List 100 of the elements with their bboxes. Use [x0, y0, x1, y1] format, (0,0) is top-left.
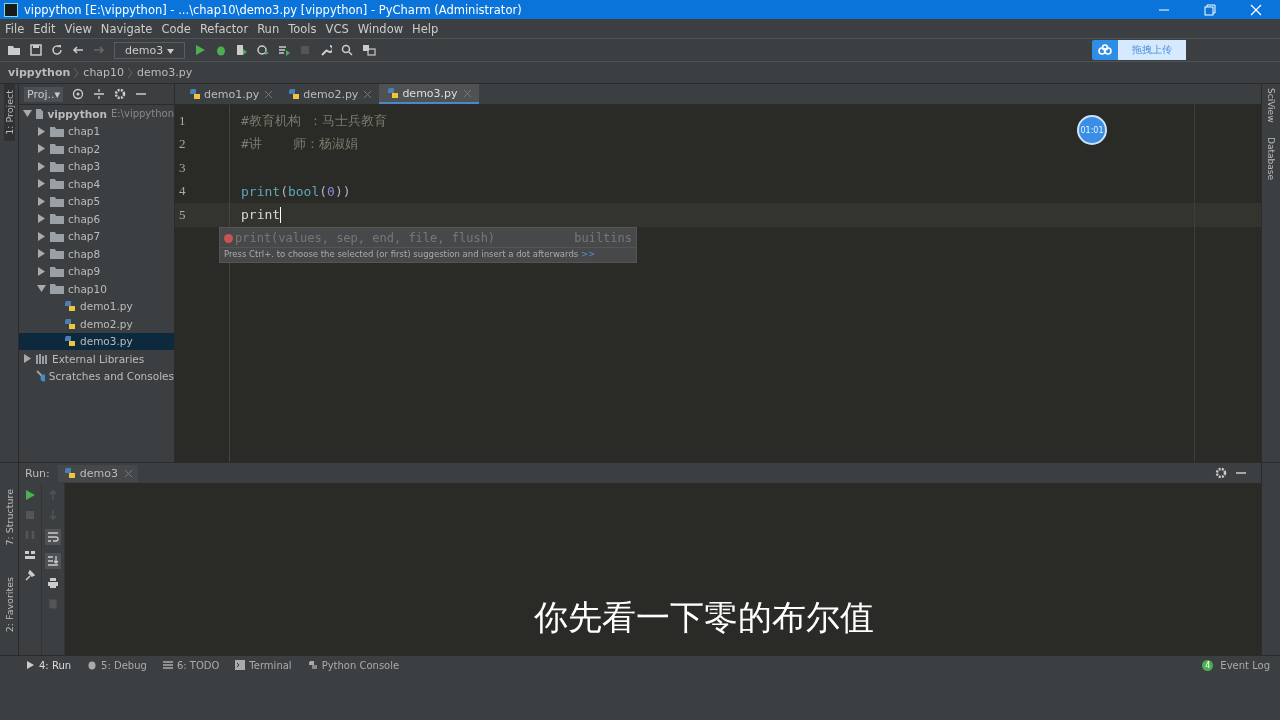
tool-window-button[interactable]: Terminal: [235, 659, 292, 671]
scratches-icon: [36, 370, 45, 383]
editor-tab[interactable]: demo3.py: [379, 84, 479, 104]
menu-item[interactable]: Refactor: [199, 21, 249, 36]
tree-item[interactable]: chap4: [19, 175, 174, 193]
coverage-icon[interactable]: [235, 44, 248, 56]
tree-item[interactable]: chap1: [19, 122, 174, 140]
run-icon[interactable]: [193, 44, 206, 56]
python-file-icon: [64, 317, 76, 330]
collapsed-arrow-icon[interactable]: [37, 179, 46, 189]
collapsed-arrow-icon[interactable]: [37, 231, 46, 241]
bug-icon[interactable]: [214, 44, 227, 56]
tree-item[interactable]: chap2: [19, 140, 174, 158]
run-tab[interactable]: demo3: [57, 464, 138, 482]
run-config-dropdown[interactable]: demo3: [114, 41, 185, 59]
tree-item[interactable]: chap5: [19, 192, 174, 210]
collapsed-arrow-icon[interactable]: [37, 126, 46, 136]
tree-item[interactable]: chap6: [19, 210, 174, 228]
python-icon: [307, 660, 318, 670]
completion-hint: Press Ctrl+. to choose the selected (or first) suggestion and insert a dot afterwards: [224, 249, 579, 259]
tree-item[interactable]: demo1.py: [19, 297, 174, 315]
folder-icon: [36, 108, 44, 120]
folder-icon: [50, 213, 64, 225]
close-icon[interactable]: [265, 90, 273, 98]
collapsed-arrow-icon[interactable]: [37, 249, 46, 259]
run-icon: [26, 660, 35, 670]
menu-item[interactable]: Navigate: [100, 21, 153, 36]
python-icon: [63, 467, 76, 479]
tree-item[interactable]: chap9: [19, 262, 174, 280]
expanded-arrow-icon[interactable]: [37, 284, 46, 294]
folder-icon: [50, 160, 64, 172]
editor-tab[interactable]: demo1.py: [181, 84, 281, 104]
tool-window-button[interactable]: 6: TODO: [162, 659, 220, 671]
print-icon[interactable]: [47, 577, 59, 589]
menu-item[interactable]: View: [64, 21, 92, 36]
event-log-button[interactable]: 4 Event Log: [1202, 659, 1270, 671]
restore-icon[interactable]: [1204, 3, 1216, 16]
cloud-icon: [1097, 44, 1113, 56]
tree-item[interactable]: Scratches and Consoles: [19, 367, 174, 385]
tree-item[interactable]: demo2.py: [19, 315, 174, 333]
menu-item[interactable]: Run: [257, 21, 280, 36]
tree-item[interactable]: chap8: [19, 245, 174, 263]
menu-item[interactable]: Edit: [33, 21, 56, 36]
upload-button[interactable]: 拖拽上传: [1092, 40, 1186, 60]
settings-icon[interactable]: [1215, 467, 1227, 479]
settings-icon[interactable]: [114, 88, 127, 100]
layout-icon[interactable]: [24, 549, 36, 561]
pin-icon[interactable]: [24, 569, 36, 581]
scroll-to-end-icon[interactable]: [45, 553, 61, 569]
collapsed-arrow-icon[interactable]: [37, 161, 46, 171]
editor-tab[interactable]: demo2.py: [280, 84, 380, 104]
folder-icon[interactable]: [7, 44, 21, 56]
breadcrumb-item[interactable]: demo3.py: [137, 66, 193, 79]
caret-icon: [166, 48, 174, 54]
tool-window-tab[interactable]: Database: [1266, 136, 1276, 180]
search-icon[interactable]: [340, 44, 353, 56]
tool-window-button[interactable]: 5: Debug: [87, 659, 147, 671]
collapsed-arrow-icon[interactable]: [37, 196, 46, 206]
refresh-icon[interactable]: [51, 44, 63, 56]
python-file-icon: [189, 88, 201, 100]
tool-window-tab[interactable]: SciView: [1266, 88, 1276, 123]
folder-icon: [50, 248, 64, 260]
breadcrumb-item[interactable]: chap10: [83, 66, 125, 79]
locate-icon[interactable]: [72, 88, 85, 100]
menu-item[interactable]: Code: [161, 21, 191, 36]
back-arrow-icon[interactable]: [72, 44, 84, 56]
collapsed-arrow-icon[interactable]: [37, 266, 46, 276]
tree-item[interactable]: External Libraries: [19, 350, 174, 368]
concurrency-icon[interactable]: [277, 44, 290, 56]
collapsed-arrow-icon[interactable]: [37, 144, 46, 154]
collapse-icon[interactable]: [93, 88, 106, 100]
collapsed-arrow-icon[interactable]: [23, 354, 32, 364]
tree-item[interactable]: chap7: [19, 227, 174, 245]
breadcrumb-item[interactable]: vippython: [8, 66, 71, 79]
menu-item[interactable]: VCS: [325, 21, 349, 36]
close-icon[interactable]: [364, 90, 372, 98]
menu-item[interactable]: Tools: [288, 21, 317, 36]
code-line: #讲 师：杨淑娟: [241, 135, 359, 154]
menu-item[interactable]: Window: [357, 21, 404, 36]
favorites-tool-tab[interactable]: 2: Favorites: [3, 571, 15, 639]
line-number: 2: [178, 136, 187, 153]
project-tool-tab[interactable]: 1: Project: [3, 84, 15, 141]
profile-icon[interactable]: [256, 44, 269, 56]
collapsed-arrow-icon[interactable]: [37, 214, 46, 224]
menu-item[interactable]: Help: [412, 21, 439, 36]
app-logo-icon: [4, 2, 18, 17]
save-icon[interactable]: [30, 44, 42, 56]
tree-item[interactable]: chap10: [19, 280, 174, 298]
tool-window-button[interactable]: Python Console: [307, 659, 400, 671]
tree-item[interactable]: chap3: [19, 157, 174, 175]
expanded-arrow-icon[interactable]: [23, 109, 32, 119]
project-view-dropdown[interactable]: Proj..▾: [24, 86, 64, 102]
soft-wrap-icon[interactable]: [45, 529, 61, 545]
folder-icon: [50, 283, 64, 295]
tree-item[interactable]: vippython E:\vippython: [19, 105, 174, 123]
tree-item[interactable]: demo3.py: [19, 332, 174, 350]
rerun-icon[interactable]: [24, 489, 36, 501]
menu-item[interactable]: File: [5, 21, 25, 36]
tool-window-button[interactable]: 4: Run: [26, 659, 72, 671]
structure-tool-tab[interactable]: 7: Structure: [3, 483, 15, 552]
